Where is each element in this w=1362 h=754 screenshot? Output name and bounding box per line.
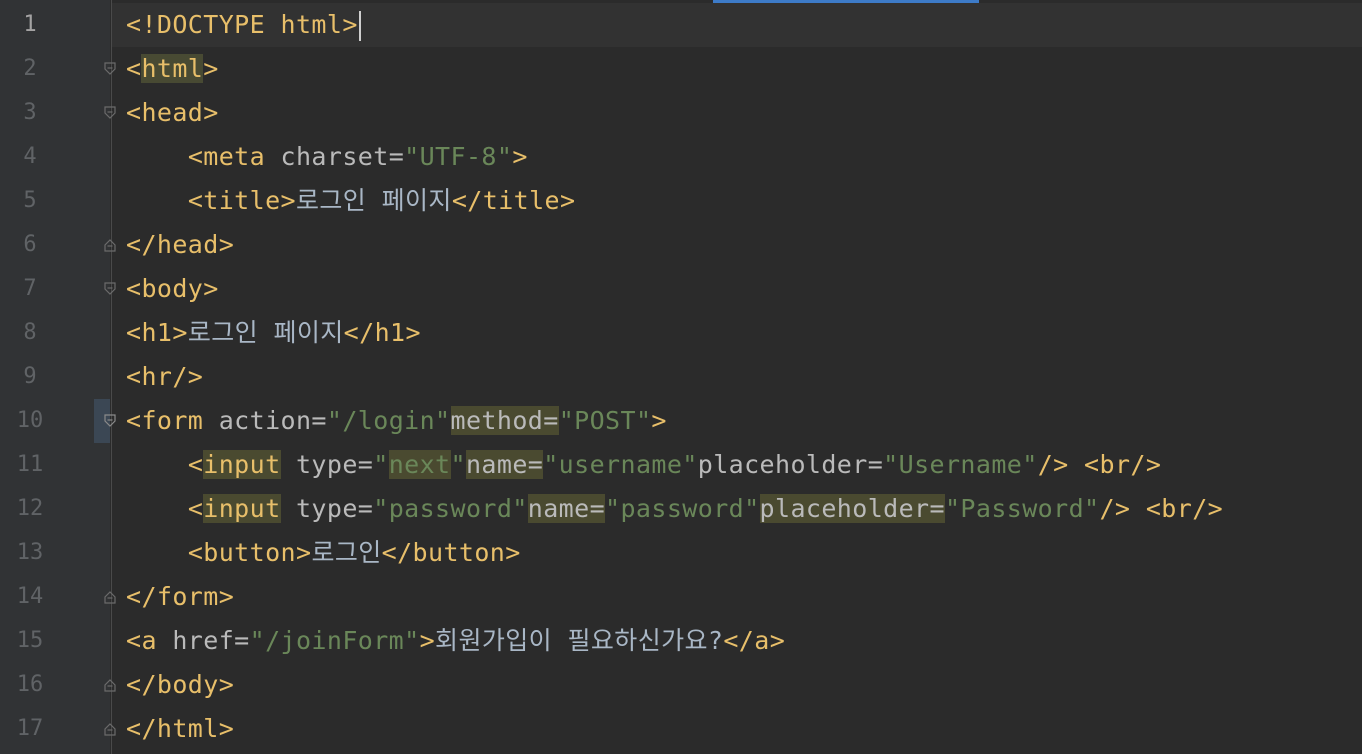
code-editor[interactable]: 1 <!DOCTYPE html> 2 <html> 3 <head> 4 <m… — [0, 0, 1362, 754]
code-line-11[interactable]: 11 <input type="next"name="username"plac… — [0, 443, 1362, 487]
code-line-9[interactable]: 9 <hr/> — [0, 355, 1362, 399]
line-content[interactable]: <!DOCTYPE html> — [112, 3, 1362, 47]
line-number: 12 — [16, 496, 44, 521]
line-content[interactable]: </head> — [112, 223, 1362, 267]
line-content[interactable]: <form action="/login"method="POST"> — [112, 399, 1362, 443]
code-text: <form action="/login"method="POST"> — [126, 406, 667, 435]
line-number: 15 — [16, 628, 44, 653]
code-line-6[interactable]: 6 </head> — [0, 223, 1362, 267]
warning-highlight: name= — [527, 494, 606, 523]
code-text: <a href="/joinForm">회원가입이 필요하신가요?</a> — [126, 626, 786, 655]
code-text: <html> — [126, 54, 219, 83]
warning-highlight: input — [203, 450, 281, 479]
line-content[interactable]: <title>로그인 페이지</title> — [112, 179, 1362, 223]
warning-highlight: method= — [450, 406, 559, 435]
warning-highlight: placeholder= — [759, 494, 945, 523]
line-content[interactable]: <button>로그인</button> — [112, 531, 1362, 575]
line-content[interactable]: </html> — [112, 707, 1362, 751]
text-caret — [358, 11, 361, 41]
line-content[interactable]: <body> — [112, 267, 1362, 311]
code-text: <meta charset="UTF-8"> — [187, 142, 528, 171]
code-line-14[interactable]: 14 </form> — [0, 575, 1362, 619]
line-number: 14 — [16, 584, 44, 609]
code-text: <body> — [126, 274, 219, 303]
code-line-3[interactable]: 3 <head> — [0, 91, 1362, 135]
line-content[interactable]: <head> — [112, 91, 1362, 135]
code-line-17[interactable]: 17 </html> — [0, 707, 1362, 751]
code-text: <input type="next"name="username"placeho… — [187, 450, 1162, 479]
line-content[interactable]: <html> — [112, 47, 1362, 91]
code-line-16[interactable]: 16 </body> — [0, 663, 1362, 707]
code-text: <input type="password"name="password"pla… — [187, 494, 1224, 523]
line-number: 9 — [23, 364, 37, 389]
line-number: 1 — [23, 12, 37, 37]
code-line-8[interactable]: 8 <h1>로그인 페이지</h1> — [0, 311, 1362, 355]
code-line-10[interactable]: 10 <form action="/login"method="POST"> — [0, 399, 1362, 443]
line-number: 3 — [23, 100, 37, 125]
line-content[interactable]: <input type="password"name="password"pla… — [112, 487, 1362, 531]
code-text: </html> — [126, 714, 235, 743]
line-content[interactable]: <a href="/joinForm">회원가입이 필요하신가요?</a> — [112, 619, 1362, 663]
line-number: 13 — [16, 540, 44, 565]
code-text: <hr/> — [126, 362, 204, 391]
code-text: <title>로그인 페이지</title> — [187, 186, 576, 215]
warning-highlight: input — [203, 494, 281, 523]
line-content[interactable]: <input type="next"name="username"placeho… — [112, 443, 1362, 487]
line-number: 16 — [16, 672, 44, 697]
code-line-5[interactable]: 5 <title>로그인 페이지</title> — [0, 179, 1362, 223]
code-text: </form> — [126, 582, 235, 611]
code-text: <h1>로그인 페이지</h1> — [126, 318, 421, 347]
code-line-12[interactable]: 12 <input type="password"name="password"… — [0, 487, 1362, 531]
line-content[interactable]: <hr/> — [112, 355, 1362, 399]
line-number: 5 — [23, 188, 37, 213]
code-line-15[interactable]: 15 <a href="/joinForm">회원가입이 필요하신가요?</a> — [0, 619, 1362, 663]
code-line-2[interactable]: 2 <html> — [0, 47, 1362, 91]
code-line-4[interactable]: 4 <meta charset="UTF-8"> — [0, 135, 1362, 179]
code-line-1[interactable]: 1 <!DOCTYPE html> — [0, 3, 1362, 47]
code-text: <button>로그인</button> — [187, 538, 521, 567]
line-content[interactable]: <h1>로그인 페이지</h1> — [112, 311, 1362, 355]
warning-highlight: name= — [465, 450, 544, 479]
code-text: </head> — [126, 230, 235, 259]
code-text: <!DOCTYPE html> — [126, 3, 361, 47]
code-line-13[interactable]: 13 <button>로그인</button> — [0, 531, 1362, 575]
line-content[interactable]: <meta charset="UTF-8"> — [112, 135, 1362, 179]
warning-highlight: next — [388, 450, 451, 479]
line-number: 17 — [16, 716, 44, 741]
line-content[interactable]: </form> — [112, 575, 1362, 619]
matched-tag-highlight: html — [141, 54, 204, 83]
line-number: 6 — [23, 232, 37, 257]
line-number: 10 — [16, 408, 44, 433]
line-number: 11 — [16, 452, 44, 477]
line-number: 4 — [23, 144, 37, 169]
line-number: 2 — [23, 56, 37, 81]
code-text: <head> — [126, 98, 219, 127]
line-number: 7 — [23, 276, 37, 301]
code-line-7[interactable]: 7 <body> — [0, 267, 1362, 311]
line-content[interactable]: </body> — [112, 663, 1362, 707]
line-number: 8 — [23, 320, 37, 345]
code-text: </body> — [126, 670, 235, 699]
